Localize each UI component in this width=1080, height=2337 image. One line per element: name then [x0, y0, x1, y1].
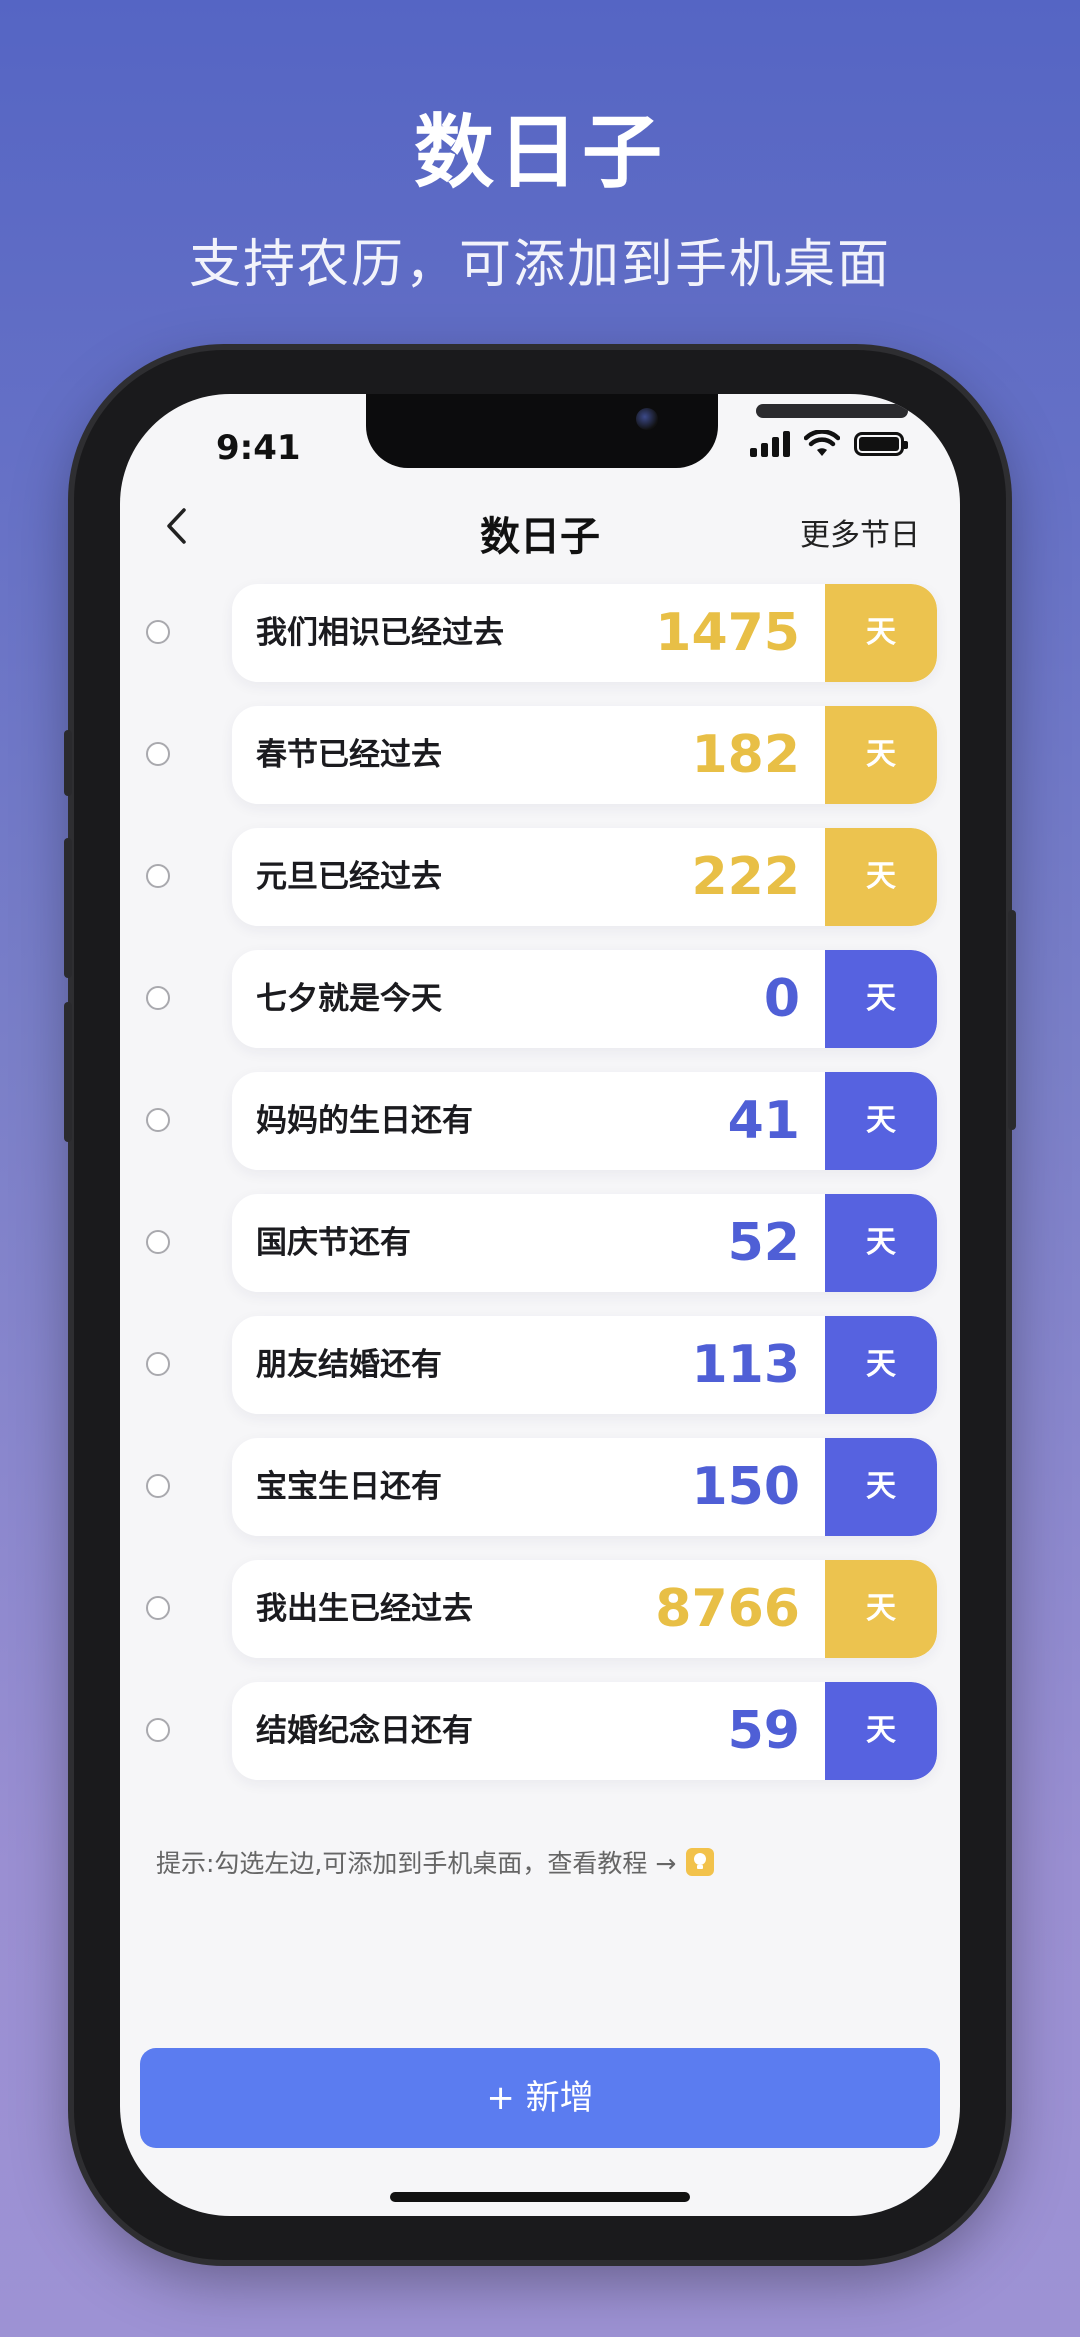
event-unit-badge: 天	[825, 584, 937, 682]
event-unit-badge: 天	[825, 1072, 937, 1170]
more-holidays-link[interactable]: 更多节日	[800, 510, 920, 554]
cellular-signal-icon	[750, 431, 790, 457]
event-label: 我们相识已经过去	[256, 615, 504, 651]
event-row[interactable]: 妈妈的生日还有 41 天	[120, 1072, 960, 1170]
select-radio[interactable]	[146, 1352, 170, 1376]
event-unit-badge: 天	[825, 706, 937, 804]
event-card[interactable]: 我出生已经过去 8766 天	[232, 1560, 937, 1658]
wifi-icon	[804, 430, 840, 456]
event-card[interactable]: 国庆节还有 52 天	[232, 1194, 937, 1292]
event-day-count: 222	[691, 847, 800, 907]
event-label: 我出生已经过去	[256, 1591, 473, 1627]
status-time: 9:41	[216, 428, 301, 468]
event-card[interactable]: 春节已经过去 182 天	[232, 706, 937, 804]
event-label: 国庆节还有	[256, 1225, 411, 1261]
event-label: 结婚纪念日还有	[256, 1713, 473, 1749]
event-row[interactable]: 宝宝生日还有 150 天	[120, 1438, 960, 1536]
event-label: 妈妈的生日还有	[256, 1103, 473, 1139]
add-event-button[interactable]: + 新增	[140, 2048, 940, 2148]
event-row[interactable]: 结婚纪念日还有 59 天	[120, 1682, 960, 1780]
earpiece-speaker	[756, 404, 908, 418]
event-card[interactable]: 宝宝生日还有 150 天	[232, 1438, 937, 1536]
volume-up-button	[64, 838, 72, 978]
volume-down-button	[64, 1002, 72, 1142]
event-card[interactable]: 元旦已经过去 222 天	[232, 828, 937, 926]
select-radio[interactable]	[146, 1230, 170, 1254]
app-screen: 9:41 数日子 更多节日 我们相识已经过去 1475 天春节已经过去 182 天元旦已…	[120, 394, 960, 2216]
front-camera	[636, 408, 658, 430]
event-card[interactable]: 朋友结婚还有 113 天	[232, 1316, 937, 1414]
hint-text-row[interactable]: 提示:勾选左边,可添加到手机桌面，查看教程 →	[156, 1844, 715, 1880]
select-radio[interactable]	[146, 1474, 170, 1498]
select-radio[interactable]	[146, 1718, 170, 1742]
event-day-count: 182	[691, 725, 800, 785]
event-row[interactable]: 七夕就是今天 0 天	[120, 950, 960, 1048]
event-row[interactable]: 我们相识已经过去 1475 天	[120, 584, 960, 682]
power-button	[1008, 910, 1016, 1130]
event-day-count: 0	[763, 969, 800, 1029]
promo-headline: 数日子	[414, 106, 666, 199]
event-row[interactable]: 我出生已经过去 8766 天	[120, 1560, 960, 1658]
select-radio[interactable]	[146, 1108, 170, 1132]
home-indicator	[390, 2192, 690, 2202]
event-day-count: 1475	[655, 603, 800, 663]
event-card[interactable]: 妈妈的生日还有 41 天	[232, 1072, 937, 1170]
promo-subline: 支持农历，可添加到手机桌面	[188, 235, 891, 295]
phone-frame: 9:41 数日子 更多节日 我们相识已经过去 1475 天春节已经过去 182 天元旦已…	[64, 350, 1016, 2260]
event-card[interactable]: 结婚纪念日还有 59 天	[232, 1682, 937, 1780]
event-day-count: 59	[727, 1701, 800, 1761]
event-unit-badge: 天	[825, 1560, 937, 1658]
event-day-count: 8766	[655, 1579, 800, 1639]
event-unit-badge: 天	[825, 1682, 937, 1780]
event-row[interactable]: 国庆节还有 52 天	[120, 1194, 960, 1292]
event-unit-badge: 天	[825, 828, 937, 926]
battery-icon	[854, 432, 908, 456]
event-card[interactable]: 我们相识已经过去 1475 天	[232, 584, 937, 682]
event-label: 宝宝生日还有	[256, 1469, 442, 1505]
hint-text[interactable]: 提示:勾选左边,可添加到手机桌面，查看教程 →	[156, 1844, 676, 1880]
select-radio[interactable]	[146, 864, 170, 888]
event-day-count: 52	[727, 1213, 800, 1273]
event-row[interactable]: 朋友结婚还有 113 天	[120, 1316, 960, 1414]
event-day-count: 150	[691, 1457, 800, 1517]
event-label: 元旦已经过去	[256, 859, 442, 895]
event-label: 朋友结婚还有	[256, 1347, 442, 1383]
event-row[interactable]: 春节已经过去 182 天	[120, 706, 960, 804]
event-unit-badge: 天	[825, 1316, 937, 1414]
event-card[interactable]: 七夕就是今天 0 天	[232, 950, 937, 1048]
select-radio[interactable]	[146, 1596, 170, 1620]
event-day-count: 41	[727, 1091, 800, 1151]
select-radio[interactable]	[146, 986, 170, 1010]
event-unit-badge: 天	[825, 1438, 937, 1536]
status-icons	[750, 430, 908, 458]
action-button	[64, 730, 72, 796]
event-label: 七夕就是今天	[256, 981, 442, 1017]
event-unit-badge: 天	[825, 1194, 937, 1292]
event-unit-badge: 天	[825, 950, 937, 1048]
lightbulb-icon[interactable]	[686, 1848, 715, 1876]
event-day-count: 113	[691, 1335, 800, 1395]
select-radio[interactable]	[146, 620, 170, 644]
event-label: 春节已经过去	[256, 737, 442, 773]
event-row[interactable]: 元旦已经过去 222 天	[120, 828, 960, 926]
select-radio[interactable]	[146, 742, 170, 766]
notch	[366, 394, 908, 468]
